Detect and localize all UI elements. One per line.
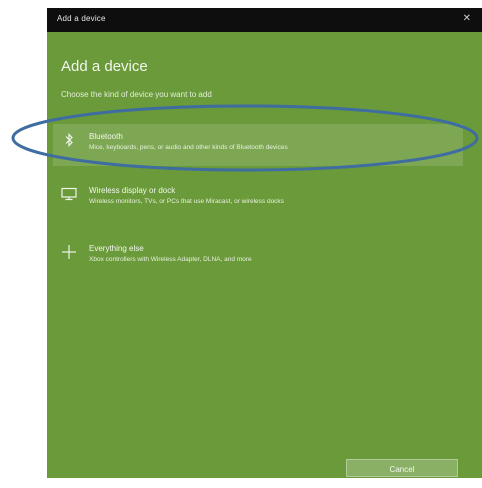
title-bar: Add a device ✕ [47,8,482,32]
monitor-icon [61,186,77,202]
bluetooth-icon [61,132,77,148]
option-label: Everything else [89,244,144,253]
close-icon[interactable]: ✕ [463,13,471,24]
window-title: Add a device [57,14,106,23]
option-description: Mice, keyboards, pens, or audio and othe… [89,144,288,151]
option-bluetooth[interactable]: Bluetooth Mice, keyboards, pens, or audi… [53,124,463,166]
plus-icon [61,244,77,260]
add-device-window: Add a device ✕ Add a device Choose the k… [47,8,482,478]
option-label: Wireless display or dock [89,186,176,195]
option-description: Xbox controllers with Wireless Adapter, … [89,256,252,263]
option-label: Bluetooth [89,132,123,141]
option-everything-else[interactable]: Everything else Xbox controllers with Wi… [53,236,463,278]
page-subtitle: Choose the kind of device you want to ad… [61,90,212,99]
option-description: Wireless monitors, TVs, or PCs that use … [89,198,284,205]
page-title: Add a device [61,58,148,75]
cancel-button[interactable]: Cancel [346,459,458,477]
option-wireless-display[interactable]: Wireless display or dock Wireless monito… [53,178,463,220]
